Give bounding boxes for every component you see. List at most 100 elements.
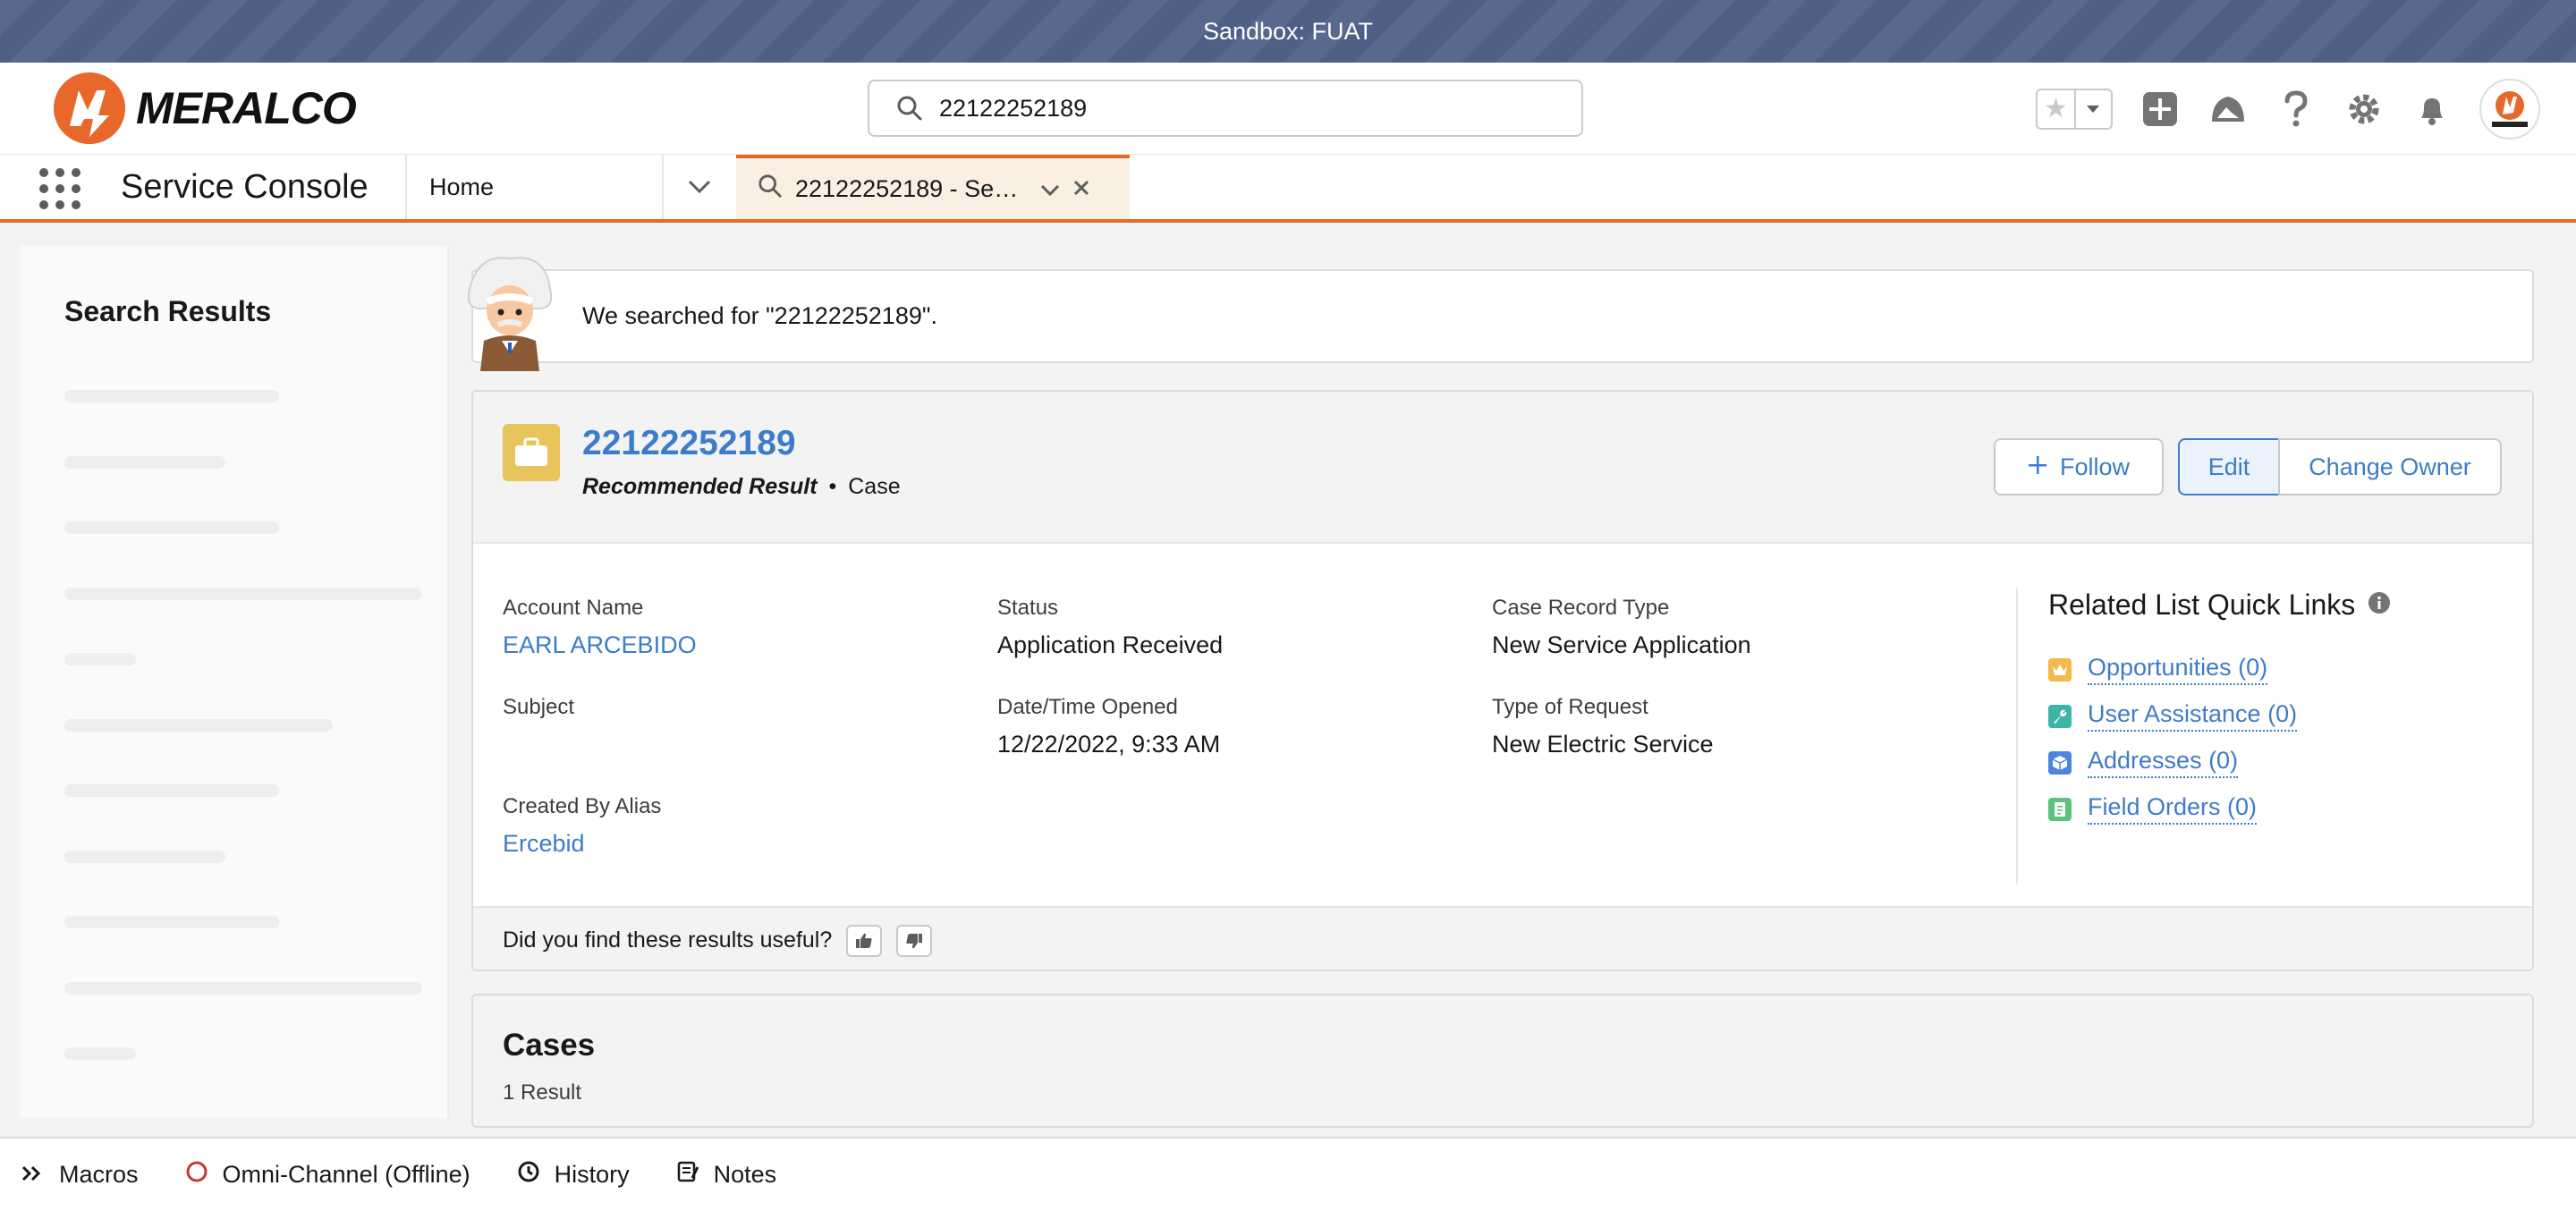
date-opened-value: 12/22/2022, 9:33 AM [997,731,1221,758]
header-actions: ★ [2036,63,2540,155]
cube-icon [2048,750,2072,775]
created-by-link[interactable]: Ercebid [503,830,585,858]
utility-label: Omni-Channel (Offline) [222,1161,470,1188]
meralco-logo-text: MERALCO [136,83,357,133]
utility-label: Macros [59,1161,139,1188]
quick-link-field-orders[interactable]: Field Orders (0) [2048,793,2499,825]
utility-notes[interactable]: Notes [676,1160,777,1190]
subject-label: Subject [503,695,575,719]
created-by-label: Created By Alias [503,794,662,818]
loading-placeholder [64,390,279,402]
help-icon[interactable] [2275,89,2317,130]
cases-title: Cases [503,1028,596,1063]
global-search[interactable] [868,80,1583,137]
loading-placeholder [64,1047,136,1060]
object-type-label: Case [848,474,901,499]
status-value: Application Received [997,631,1224,658]
recommended-label: Recommended Result [582,474,818,499]
star-icon[interactable]: ★ [2038,89,2076,128]
clock-icon [517,1160,540,1190]
quick-link-label: Field Orders (0) [2088,793,2258,825]
einstein-avatar-icon [461,253,559,371]
utility-label: Notes [713,1161,777,1188]
thumbs-up-icon[interactable] [846,924,883,957]
tab-home[interactable]: Home [407,155,663,219]
einstein-message-bar: We searched for "22122252189". [467,257,2534,371]
record-type-label: Case Record Type [1492,596,1670,620]
follow-label: Follow [2059,453,2131,480]
chevron-down-icon[interactable] [2076,90,2111,128]
loading-placeholder [64,719,333,732]
request-type-value: New Electric Service [1492,731,1714,758]
quick-link-addresses[interactable]: Addresses (0) [2048,747,2499,778]
meralco-logo[interactable]: MERALCO [54,72,357,145]
double-chevron-icon [21,1161,45,1189]
loading-placeholder [64,456,225,469]
plus-icon [2028,453,2047,481]
search-input[interactable] [939,94,1547,123]
trailhead-icon[interactable] [2207,89,2249,130]
quick-link-user-assistance[interactable]: User Assistance (0) [2048,700,2499,732]
bell-icon[interactable] [2411,89,2453,130]
related-list-quick-links: Related List Quick Links Opportunities (… [2016,589,2499,884]
info-icon[interactable] [2368,589,2391,622]
quick-link-label: Opportunities (0) [2088,654,2268,685]
quick-links-header: Related List Quick Links [2048,589,2499,622]
tab-search-results[interactable]: 22122252189 - Search Results [736,155,1130,219]
quick-links-title: Related List Quick Links [2048,589,2356,621]
search-icon [758,174,783,205]
sidebar-title: Search Results [64,295,272,327]
result-subtitle: Recommended Result • Case [582,474,901,500]
wrench-icon [2048,704,2072,728]
gear-icon[interactable] [2343,89,2385,130]
quick-link-opportunities[interactable]: Opportunities (0) [2048,654,2499,685]
case-number-link[interactable]: 22122252189 [582,424,796,463]
app-launcher-icon[interactable] [39,168,80,209]
einstein-message: We searched for "22122252189". [582,302,937,329]
edit-button[interactable]: Edit [2178,438,2280,495]
account-name-label: Account Name [503,596,644,620]
search-results-sidebar: Search Results [20,246,449,1118]
account-name-link[interactable]: EARL ARCEBIDO [503,631,697,659]
change-owner-button[interactable]: Change Owner [2278,438,2502,495]
tab-options-chevron-icon[interactable] [1040,175,1060,203]
result-card-header: 22122252189 Recommended Result • Case Fo… [473,392,2532,544]
global-header: MERALCO ★ [0,63,2576,155]
notes-icon [676,1160,699,1190]
document-icon [2048,797,2072,821]
sandbox-label: Sandbox: FUAT [1202,17,1374,45]
loading-placeholder [64,653,136,665]
nav-menu-chevron-icon[interactable] [664,155,735,219]
loading-placeholder [64,784,279,797]
cases-results-card: Cases 1 Result [471,994,2534,1128]
app-name: Service Console [121,167,369,206]
loading-placeholder [64,851,225,863]
date-opened-label: Date/Time Opened [997,695,1178,719]
close-icon[interactable] [1072,175,1090,203]
feedback-question: Did you find these results useful? [503,927,833,953]
navigation-bar: Service Console Home 22122252189 - Searc… [0,155,2576,223]
quick-link-label: Addresses (0) [2088,747,2239,778]
cases-count: 1 Result [503,1080,582,1105]
avatar[interactable] [2479,78,2540,140]
crown-icon [2048,657,2072,682]
utility-macros[interactable]: Macros [21,1161,139,1189]
record-type-value: New Service Application [1492,631,1751,658]
quick-link-label: User Assistance (0) [2088,700,2298,732]
thumbs-down-icon[interactable] [896,924,933,957]
case-briefcase-icon [503,424,560,481]
recommended-result-card: 22122252189 Recommended Result • Case Fo… [471,390,2534,971]
subtitle-separator: • [828,474,837,499]
plus-icon[interactable] [2140,89,2181,130]
utility-history[interactable]: History [517,1160,630,1190]
sandbox-banner: Sandbox: FUAT [0,0,2576,63]
utility-omni-channel[interactable]: Omni-Channel (Offline) [185,1160,470,1190]
status-label: Status [997,596,1059,620]
loading-placeholder [64,916,279,928]
tab-label: 22122252189 - Search Results [795,174,1028,202]
request-type-label: Type of Request [1492,695,1648,719]
loading-placeholder [64,521,279,534]
favorites-group: ★ [2036,88,2113,130]
follow-button[interactable]: Follow [1994,438,2164,495]
loading-placeholder [64,588,422,600]
